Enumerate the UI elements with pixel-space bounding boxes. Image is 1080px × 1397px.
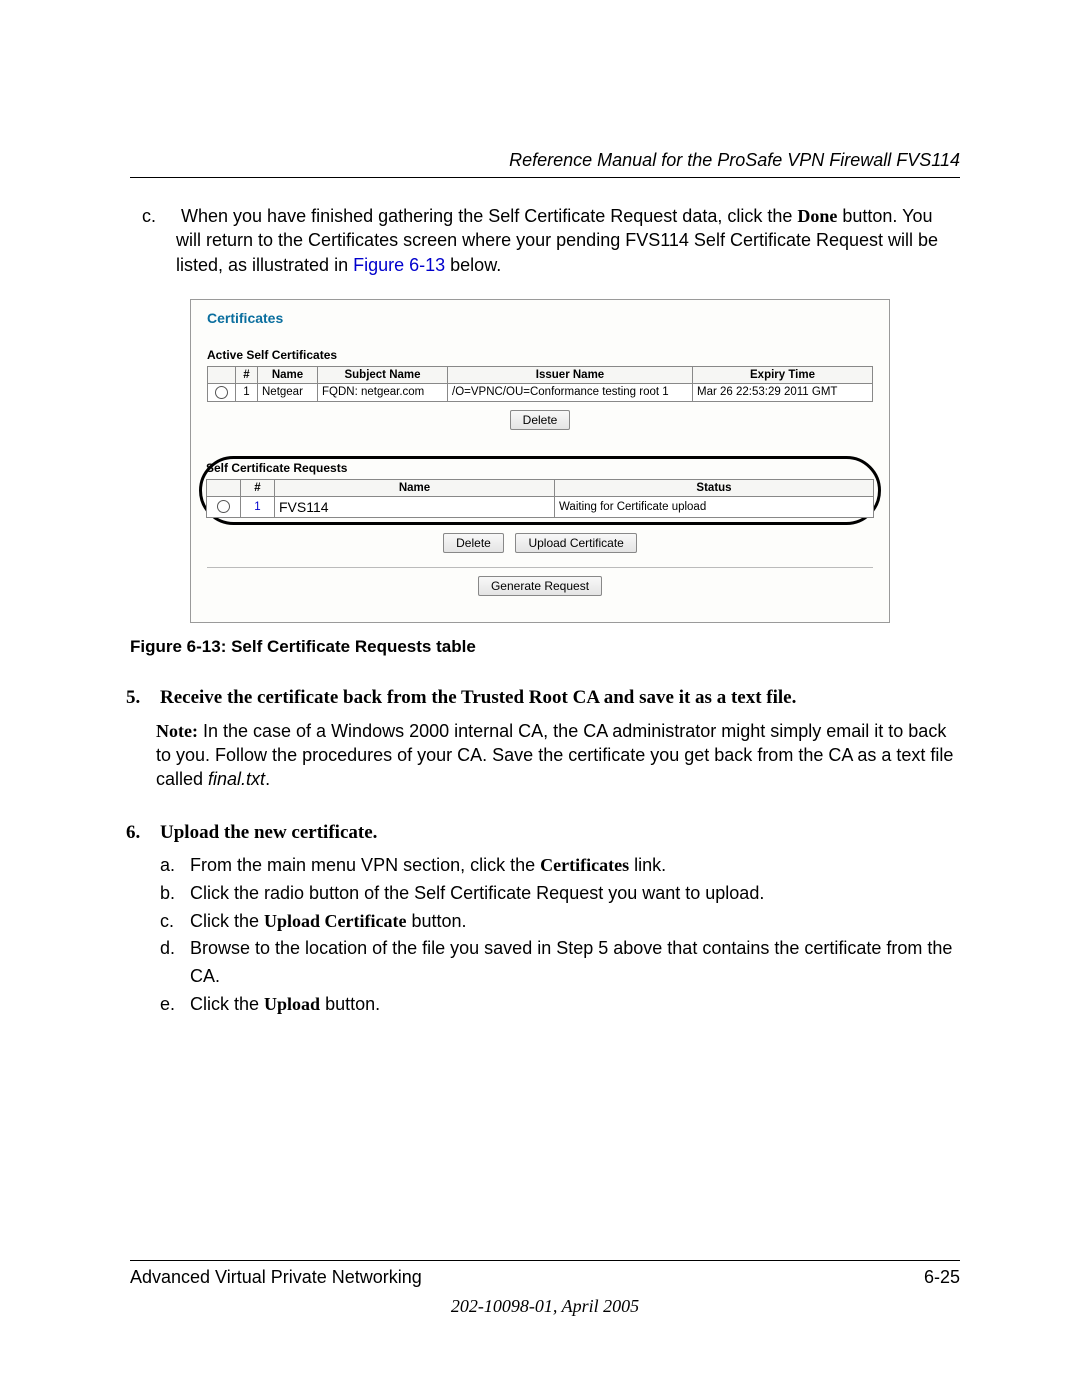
cell-num: 1 (236, 383, 258, 401)
col-name: Name (275, 479, 555, 496)
step-5: 5. Receive the certificate back from the… (156, 687, 960, 792)
upload-certificate-label: Upload Certificate (264, 911, 406, 931)
step-4c-paragraph: c. When you have finished gathering the … (176, 204, 960, 277)
table-row: 1 Netgear FQDN: netgear.com /O=VPNC/OU=C… (208, 383, 873, 401)
cell-num[interactable]: 1 (241, 496, 275, 517)
col-issuer: Issuer Name (448, 366, 693, 383)
text: Click the (190, 911, 264, 931)
page-number: 6-25 (924, 1267, 960, 1288)
cell-subject: FQDN: netgear.com (318, 383, 448, 401)
self-certificate-requests-table: # Name Status 1 FVS114 Waiting for Certi… (206, 479, 874, 518)
list-marker-c: c. (142, 204, 176, 228)
footer-rule (130, 1260, 960, 1261)
col-subject: Subject Name (318, 366, 448, 383)
running-header: Reference Manual for the ProSafe VPN Fir… (130, 150, 960, 171)
certificates-screenshot: Certificates Active Self Certificates # … (190, 299, 890, 623)
active-self-certificates-heading: Active Self Certificates (207, 348, 873, 362)
text: . (265, 769, 270, 789)
figure-6-13: Certificates Active Self Certificates # … (190, 299, 960, 623)
cell-name: Netgear (258, 383, 318, 401)
step-6: 6. Upload the new certificate. (156, 822, 960, 844)
cell-issuer: /O=VPNC/OU=Conformance testing root 1 (448, 383, 693, 401)
delete-button[interactable]: Delete (443, 533, 504, 553)
step-title: Upload the new certificate. (160, 822, 377, 843)
active-self-certificates-table: # Name Subject Name Issuer Name Expiry T… (207, 366, 873, 402)
cell-name: FVS114 (275, 496, 555, 517)
step-6-substeps: a.From the main menu VPN section, click … (190, 852, 960, 1019)
list-marker: d. (160, 935, 190, 963)
upload-certificate-button[interactable]: Upload Certificate (515, 533, 636, 553)
done-label: Done (797, 206, 837, 226)
certificates-label: Certificates (540, 855, 629, 875)
self-certificate-requests-heading: Self Certificate Requests (206, 461, 874, 475)
text: When you have finished gathering the Sel… (181, 206, 797, 226)
list-marker: c. (160, 908, 190, 936)
cell-status: Waiting for Certificate upload (555, 496, 874, 517)
upload-label: Upload (264, 994, 320, 1014)
text: Click the (190, 994, 264, 1014)
note-label: Note: (156, 721, 198, 741)
generate-request-button[interactable]: Generate Request (478, 576, 602, 596)
row-radio[interactable] (215, 386, 228, 399)
footer-doc-id: 202-10098-01, April 2005 (130, 1296, 960, 1317)
screenshot-title: Certificates (207, 310, 873, 326)
step-number: 6. (126, 822, 156, 844)
col-expiry: Expiry Time (693, 366, 873, 383)
delete-button[interactable]: Delete (510, 410, 571, 430)
col-num: # (241, 479, 275, 496)
header-rule (130, 177, 960, 178)
table-row: 1 FVS114 Waiting for Certificate upload (207, 496, 874, 517)
substep-b: b.Click the radio button of the Self Cer… (190, 880, 960, 908)
list-marker: b. (160, 880, 190, 908)
note-text: In the case of a Windows 2000 internal C… (156, 721, 953, 790)
col-num: # (236, 366, 258, 383)
cell-expiry: Mar 26 22:53:29 2011 GMT (693, 383, 873, 401)
step-title: Receive the certificate back from the Tr… (160, 687, 796, 708)
substep-d: d.Browse to the location of the file you… (190, 935, 960, 991)
step-number: 5. (126, 687, 156, 709)
highlight-ring: Self Certificate Requests # Name Status … (199, 456, 881, 525)
text: Browse to the location of the file you s… (190, 938, 952, 986)
text: From the main menu VPN section, click th… (190, 855, 540, 875)
text: Click the radio button of the Self Certi… (190, 883, 764, 903)
figure-link[interactable]: Figure 6-13 (353, 255, 445, 275)
filename: final.txt (208, 769, 265, 789)
col-name: Name (258, 366, 318, 383)
substep-a: a.From the main menu VPN section, click … (190, 852, 960, 880)
page-footer: Advanced Virtual Private Networking 6-25… (130, 1260, 960, 1317)
text: below. (445, 255, 501, 275)
footer-section-title: Advanced Virtual Private Networking (130, 1267, 422, 1288)
list-marker: e. (160, 991, 190, 1019)
list-marker: a. (160, 852, 190, 880)
text: button. (320, 994, 380, 1014)
text: link. (629, 855, 666, 875)
figure-caption: Figure 6-13: Self Certificate Requests t… (130, 637, 960, 657)
col-status: Status (555, 479, 874, 496)
substep-c: c.Click the Upload Certificate button. (190, 908, 960, 936)
text: button. (407, 911, 467, 931)
substep-e: e.Click the Upload button. (190, 991, 960, 1019)
row-radio[interactable] (217, 500, 230, 513)
